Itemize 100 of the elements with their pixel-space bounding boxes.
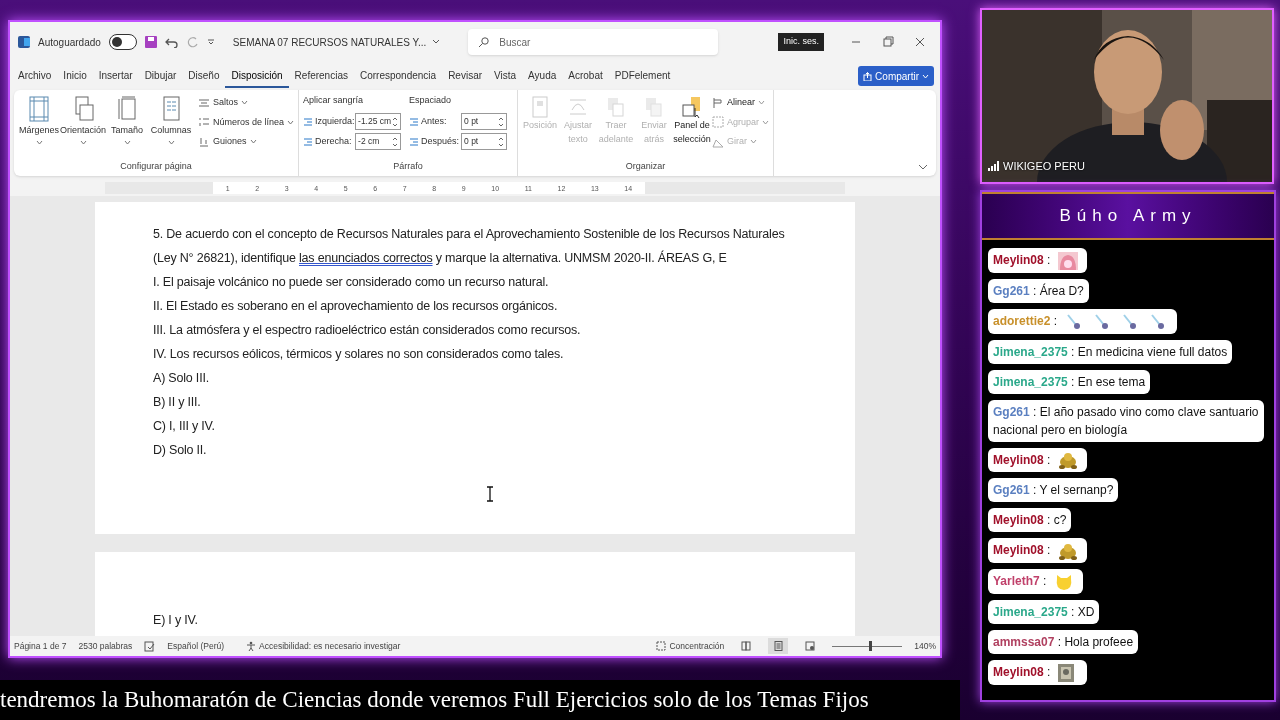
spinner-arrows-icon [498,135,505,148]
document-text: II. El Estado es soberano en el aprovechamiento de los recursos orgánicos. [153,298,558,315]
ribbon-button[interactable]: Guiones [198,135,295,149]
emote-icon [1057,542,1078,561]
ribbon-button[interactable]: Alinear [712,96,770,110]
document-text: 5. De acuerdo con el concepto de Recursos Naturales para el Aprovechamiento Sostenible de los Recursos Naturales [153,226,785,243]
group-objects-icon [712,116,725,129]
ribbon-button[interactable]: Márgenes [18,94,60,145]
spin-field[interactable]: -2 cm [355,133,402,150]
search-field[interactable]: Buscar [468,29,719,55]
ribbon-button[interactable]: Tamaño [106,94,148,145]
document-text: I. El paisaje volcánico no puede ser considerado como un recurso natural. [153,274,549,291]
document-text: A) Solo III. [153,370,209,387]
document-text: IV. Los recursos eólicos, térmicos y solares no son considerados como tales. [153,346,564,363]
chat-message: Gg261 : Área D? [988,278,1089,303]
chat-message: Meylin08 : c? [988,508,1072,533]
chevron-down-icon [758,100,766,106]
spacing-icon [409,116,420,127]
share-icon [863,71,873,81]
ticker-text: tendremos la Buhomaratón de Ciencias donde veremos Full Ejercicios solo de los Temas Fijos [0,685,869,714]
collapse-ribbon-icon [918,164,928,170]
word-count[interactable]: 2530 palabras [78,639,133,653]
group-label: Organizar [624,160,667,173]
ribbon-tab[interactable]: Insertar [92,64,139,88]
close-icon [914,36,926,48]
web-layout-icon [805,641,816,651]
spin-field[interactable]: -1.25 cm [355,113,402,130]
participant-name: WIKIGEO PERU [1003,158,1085,174]
ribbon-tab[interactable]: Archivo [12,64,58,88]
spinner-arrows-icon [498,115,505,128]
ribbon-tab[interactable]: Diseño [182,64,226,88]
chevron-down-icon [750,139,758,145]
chat-message: Meylin08 : [988,538,1087,564]
ribbon-tab[interactable]: Ayuda [522,64,563,88]
ribbon-tab[interactable]: Referencias [288,64,354,88]
page-breaks-icon [198,96,210,109]
customize-icon [206,38,215,46]
field-label: Izquierda: [315,114,354,128]
ribbon-tab[interactable]: Revisar [442,64,489,88]
undo-icon [164,36,179,48]
chevron-down-icon [922,73,929,79]
sign-in-button[interactable]: Inic. ses. [778,33,824,51]
spacing-icon [409,136,420,147]
accessibility-status[interactable]: Accesibilidad: es necesario investigar [246,639,401,653]
chevron-down-icon [35,139,43,145]
chat-message: Jimena_2375 : XD [988,600,1100,625]
ribbon-tab[interactable]: Acrobat [562,64,609,88]
chat-message: Jimena_2375 : En medicina viene full datos [988,339,1233,364]
chat-message: Meylin08 : [988,447,1087,473]
share-button[interactable]: Compartir [858,66,934,86]
ribbon-tab[interactable]: Disposición [225,64,289,88]
view-button[interactable] [768,638,789,654]
field-label: Derecha: [315,134,353,148]
indent-icon [303,116,314,127]
text-cursor-icon [486,486,494,502]
document-text: D) Solo II. [153,442,207,459]
autosave-toggle[interactable] [108,34,137,50]
ribbon-tab[interactable]: Dibujar [138,64,183,88]
hyphenation-icon [198,135,210,148]
search-icon [478,36,490,48]
chevron-down-icon [241,100,248,106]
chat-message: adorettie2 : [988,308,1178,334]
chevron-down-icon [432,39,441,45]
field-label: Antes: [421,114,448,128]
chat-message: Meylin08 : [988,248,1087,273]
document-title[interactable]: SEMANA 07 RECURSOS NATURALES Y... [232,34,441,50]
ribbon-button[interactable]: Saltos [198,96,295,110]
page-count[interactable]: Página 1 de 7 [14,639,67,653]
signal-icon [988,160,1000,171]
ribbon-tab[interactable]: Vista [488,64,523,88]
field-label: Después: [421,134,460,148]
margins-icon [28,96,50,122]
chat-message: ammssa07 : Hola profeee [988,630,1139,655]
ribbon-tab[interactable]: Correspondencia [353,64,443,88]
group-label: Párrafo [392,160,424,173]
chevron-down-icon [249,139,257,145]
ribbon-button[interactable]: Panel de selección [674,94,711,146]
chat-message: Jimena_2375 : En ese tema [988,369,1151,394]
spin-field[interactable]: 0 pt [461,133,508,150]
document-text: C) I, III y IV. [153,418,215,435]
chevron-down-icon [79,139,87,145]
chevron-down-icon [123,139,131,145]
ribbon-button[interactable]: Orientación [62,94,104,145]
language-label[interactable]: Español (Perú) [167,639,225,653]
focus-mode-button[interactable]: Concentración [656,639,725,653]
ribbon-tab[interactable]: PDFelement [608,64,677,88]
zoom-slider-thumb[interactable] [869,641,873,651]
chat-message: Gg261 : El año pasado vino como clave santuario nacional pero en biología [988,399,1264,442]
redo-icon [186,36,199,48]
ribbon-button[interactable]: Columnas [150,94,192,145]
ribbon-tab[interactable]: Inicio [57,64,93,88]
zoom-percentage[interactable]: 140% [914,639,936,653]
chat-title: Búho Army [1059,205,1197,228]
chevron-down-icon [287,119,295,125]
ribbon-button[interactable]: Números de línea [198,115,295,129]
accessibility-icon [246,641,257,651]
read-mode-icon [741,641,752,651]
spin-field[interactable]: 0 pt [461,113,508,130]
proofing-icon [144,640,156,652]
group-label: Configurar página [119,160,193,173]
